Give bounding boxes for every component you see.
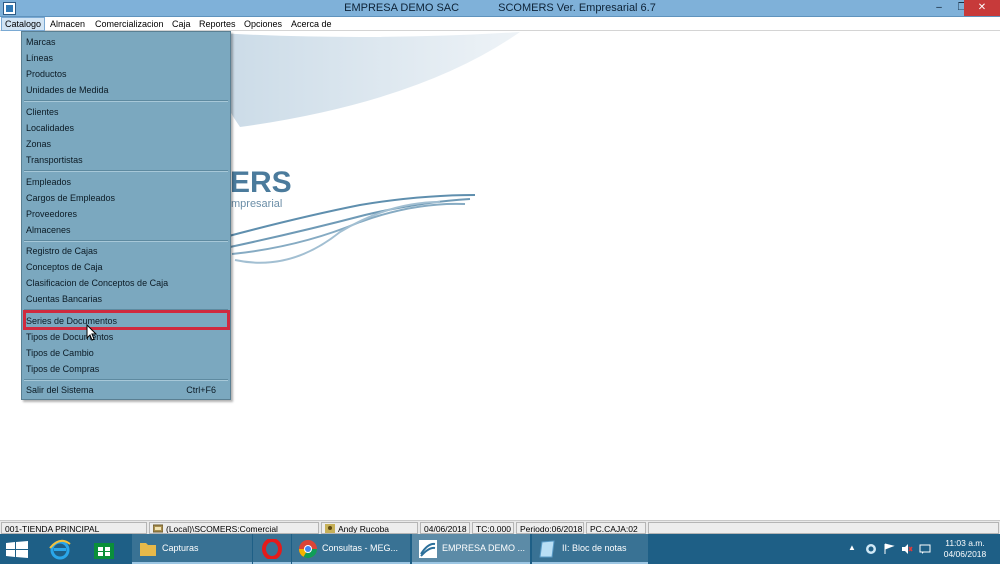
clock-date: 04/06/2018: [943, 549, 987, 559]
close-button[interactable]: ✕: [964, 0, 1000, 16]
tray-chevron-icon[interactable]: ▲: [848, 543, 856, 552]
status-bar: 001-TIENDA PRINCIPAL (Local)\SCOMERS:Com…: [0, 520, 1000, 534]
opera-icon: [262, 539, 282, 559]
menu-item-lineas[interactable]: Líneas: [22, 50, 230, 66]
menu-item-clasificacion-conceptos[interactable]: Clasificacion de Conceptos de Caja: [22, 275, 230, 291]
menu-item-tipos-compras[interactable]: Tipos de Compras: [22, 361, 230, 377]
taskbar-app-label: Capturas: [162, 543, 199, 553]
menu-item-salir-sistema[interactable]: Salir del Sistema Ctrl+F6: [22, 382, 230, 398]
menu-item-cuentas-bancarias[interactable]: Cuentas Bancarias: [22, 291, 230, 307]
logo-wave-4: [234, 201, 441, 264]
window-title-app: SCOMERS Ver. Empresarial 6.7: [498, 2, 656, 14]
window-title-company: EMPRESA DEMO SAC: [344, 2, 460, 14]
volume-muted-icon[interactable]: [901, 543, 913, 555]
taskbar-app-label: EMPRESA DEMO ...: [442, 543, 526, 553]
store-icon[interactable]: [93, 539, 115, 559]
menu-almacen[interactable]: Almacen: [47, 17, 88, 31]
menu-bar: Catalogo Almacen Comercializacion Caja R…: [0, 17, 1000, 31]
logo-wave-3: [231, 202, 466, 255]
menu-item-proveedores[interactable]: Proveedores: [22, 206, 230, 222]
menu-catalogo[interactable]: Catalogo: [1, 17, 46, 31]
taskbar-app-scomers[interactable]: EMPRESA DEMO ...: [412, 534, 530, 564]
menu-item-clientes[interactable]: Clientes: [22, 104, 230, 120]
highlight-box: [23, 310, 230, 330]
title-bar: EMPRESA DEMO SAC SCOMERS Ver. Empresaria…: [0, 0, 1000, 17]
menu-item-cargos-empleados[interactable]: Cargos de Empleados: [22, 190, 230, 206]
menu-separator: [24, 379, 228, 381]
flag-icon[interactable]: [883, 543, 895, 555]
logo-top-swoosh: [200, 32, 520, 127]
status-store: 001-TIENDA PRINCIPAL: [1, 522, 147, 534]
status-exchange-rate: TC:0.000: [472, 522, 514, 534]
taskbar-app-label: II: Bloc de notas: [562, 543, 627, 553]
status-date: 04/06/2018: [420, 522, 470, 534]
taskbar-app-label: Consultas - MEG...: [322, 543, 399, 553]
menu-item-productos[interactable]: Productos: [22, 66, 230, 82]
menu-item-empleados[interactable]: Empleados: [22, 174, 230, 190]
logo-sub-text: mpresarial: [231, 198, 282, 210]
menu-acerca-de[interactable]: Acerca de: [288, 17, 335, 31]
taskbar-app-notepad[interactable]: II: Bloc de notas: [532, 534, 648, 564]
menu-item-tipos-documentos[interactable]: Tipos de Documentos: [22, 329, 230, 345]
menu-reportes[interactable]: Reportes: [196, 17, 239, 31]
internet-explorer-icon[interactable]: [48, 538, 72, 560]
user-icon: [325, 524, 335, 533]
menu-item-transportistas[interactable]: Transportistas: [22, 152, 230, 168]
menu-item-registro-cajas[interactable]: Registro de Cajas: [22, 243, 230, 259]
taskbar-app-capturas[interactable]: Capturas: [132, 534, 252, 564]
status-period: Periodo:06/2018: [516, 522, 584, 534]
mouse-cursor-icon: [86, 324, 98, 341]
windows-start-icon[interactable]: [6, 541, 28, 558]
status-database: (Local)\SCOMERS:Comercial: [149, 522, 319, 534]
taskbar-app-chrome[interactable]: Consultas - MEG...: [292, 534, 410, 564]
logo-main-text: ERS: [230, 166, 292, 199]
menu-separator: [24, 100, 228, 102]
menu-item-almacenes[interactable]: Almacenes: [22, 222, 230, 238]
menu-caja[interactable]: Caja: [169, 17, 194, 31]
menu-comercializacion[interactable]: Comercializacion: [92, 17, 167, 31]
menu-item-zonas[interactable]: Zonas: [22, 136, 230, 152]
taskbar-app-opera[interactable]: [253, 534, 291, 564]
menu-item-tipos-cambio[interactable]: Tipos de Cambio: [22, 345, 230, 361]
folder-icon: [140, 543, 156, 556]
menu-item-unidades-medida[interactable]: Unidades de Medida: [22, 82, 230, 98]
status-terminal: PC.CAJA:02: [586, 522, 646, 534]
system-tray: ▲: [845, 534, 935, 564]
notepad-icon: [539, 540, 555, 558]
menu-separator: [24, 240, 228, 242]
salir-shortcut: Ctrl+F6: [186, 385, 216, 395]
message-icon[interactable]: [919, 543, 931, 555]
chrome-icon: [299, 540, 317, 559]
tray-app-icon[interactable]: [865, 543, 877, 555]
status-user-label: Andy Rucoba: [338, 524, 390, 534]
clock-time: 11:03 a.m.: [945, 538, 985, 548]
menu-separator: [24, 170, 228, 172]
window-title: EMPRESA DEMO SAC SCOMERS Ver. Empresaria…: [0, 2, 1000, 14]
database-icon: [153, 524, 163, 533]
status-user: Andy Rucoba: [321, 522, 418, 534]
menu-item-conceptos-caja[interactable]: Conceptos de Caja: [22, 259, 230, 275]
menu-item-marcas[interactable]: Marcas: [22, 34, 230, 50]
menu-opciones[interactable]: Opciones: [241, 17, 285, 31]
clock[interactable]: 11:03 a.m. 04/06/2018: [935, 538, 995, 560]
status-database-label: (Local)\SCOMERS:Comercial: [166, 524, 278, 534]
taskbar: Capturas Consultas - MEG... EMPRESA DEMO…: [0, 534, 1000, 564]
catalogo-dropdown-menu: Marcas Líneas Productos Unidades de Medi…: [21, 31, 231, 400]
salir-label: Salir del Sistema: [26, 385, 94, 395]
menu-item-localidades[interactable]: Localidades: [22, 120, 230, 136]
scomers-icon: [419, 540, 437, 558]
status-empty: [648, 522, 999, 534]
